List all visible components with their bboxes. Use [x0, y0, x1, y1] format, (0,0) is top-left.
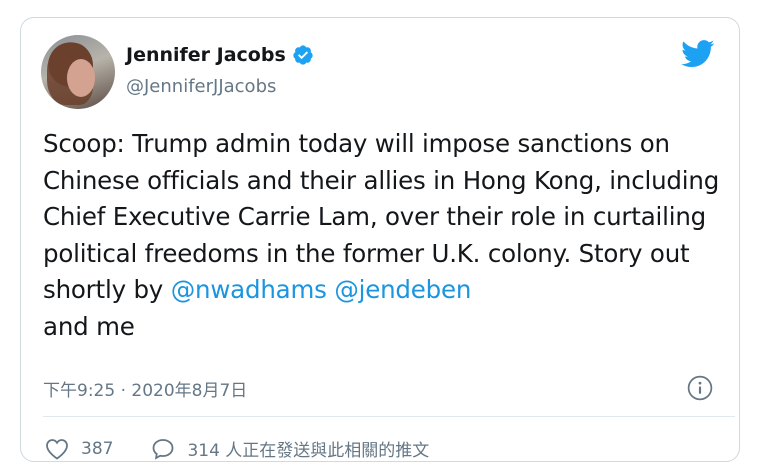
- action-bar: 387 314 人正在發送與此相關的推文: [45, 436, 467, 461]
- tweet-card: Jennifer Jacobs @JenniferJJacobs Scoop: …: [20, 17, 740, 462]
- mention-link-nwadhams[interactable]: @nwadhams: [171, 275, 327, 304]
- author-name-row[interactable]: Jennifer Jacobs: [126, 44, 314, 66]
- tweet-text: Scoop: Trump admin today will impose san…: [43, 126, 733, 345]
- author-handle[interactable]: @JenniferJJacobs: [126, 76, 276, 97]
- avatar[interactable]: [41, 35, 115, 109]
- tweet-text-end: and me: [43, 311, 135, 341]
- reply-count-label: 314 人正在發送與此相關的推文: [187, 441, 430, 461]
- divider: [43, 416, 735, 417]
- heart-icon[interactable]: [45, 438, 69, 460]
- reply-action[interactable]: 314 人正在發送與此相關的推文: [151, 436, 429, 461]
- verified-badge-icon: [293, 45, 313, 65]
- tweet-timestamp[interactable]: 下午9:25 · 2020年8月7日: [43, 376, 247, 401]
- twitter-bird-icon[interactable]: [681, 40, 715, 68]
- info-icon[interactable]: [687, 375, 713, 401]
- author-name[interactable]: Jennifer Jacobs: [126, 44, 286, 66]
- like-count: 387: [81, 438, 114, 459]
- like-action[interactable]: 387: [45, 438, 113, 460]
- speech-bubble-icon[interactable]: [151, 438, 175, 460]
- mention-link-jendeben[interactable]: @jendeben: [334, 275, 471, 304]
- avatar-face: [67, 59, 95, 97]
